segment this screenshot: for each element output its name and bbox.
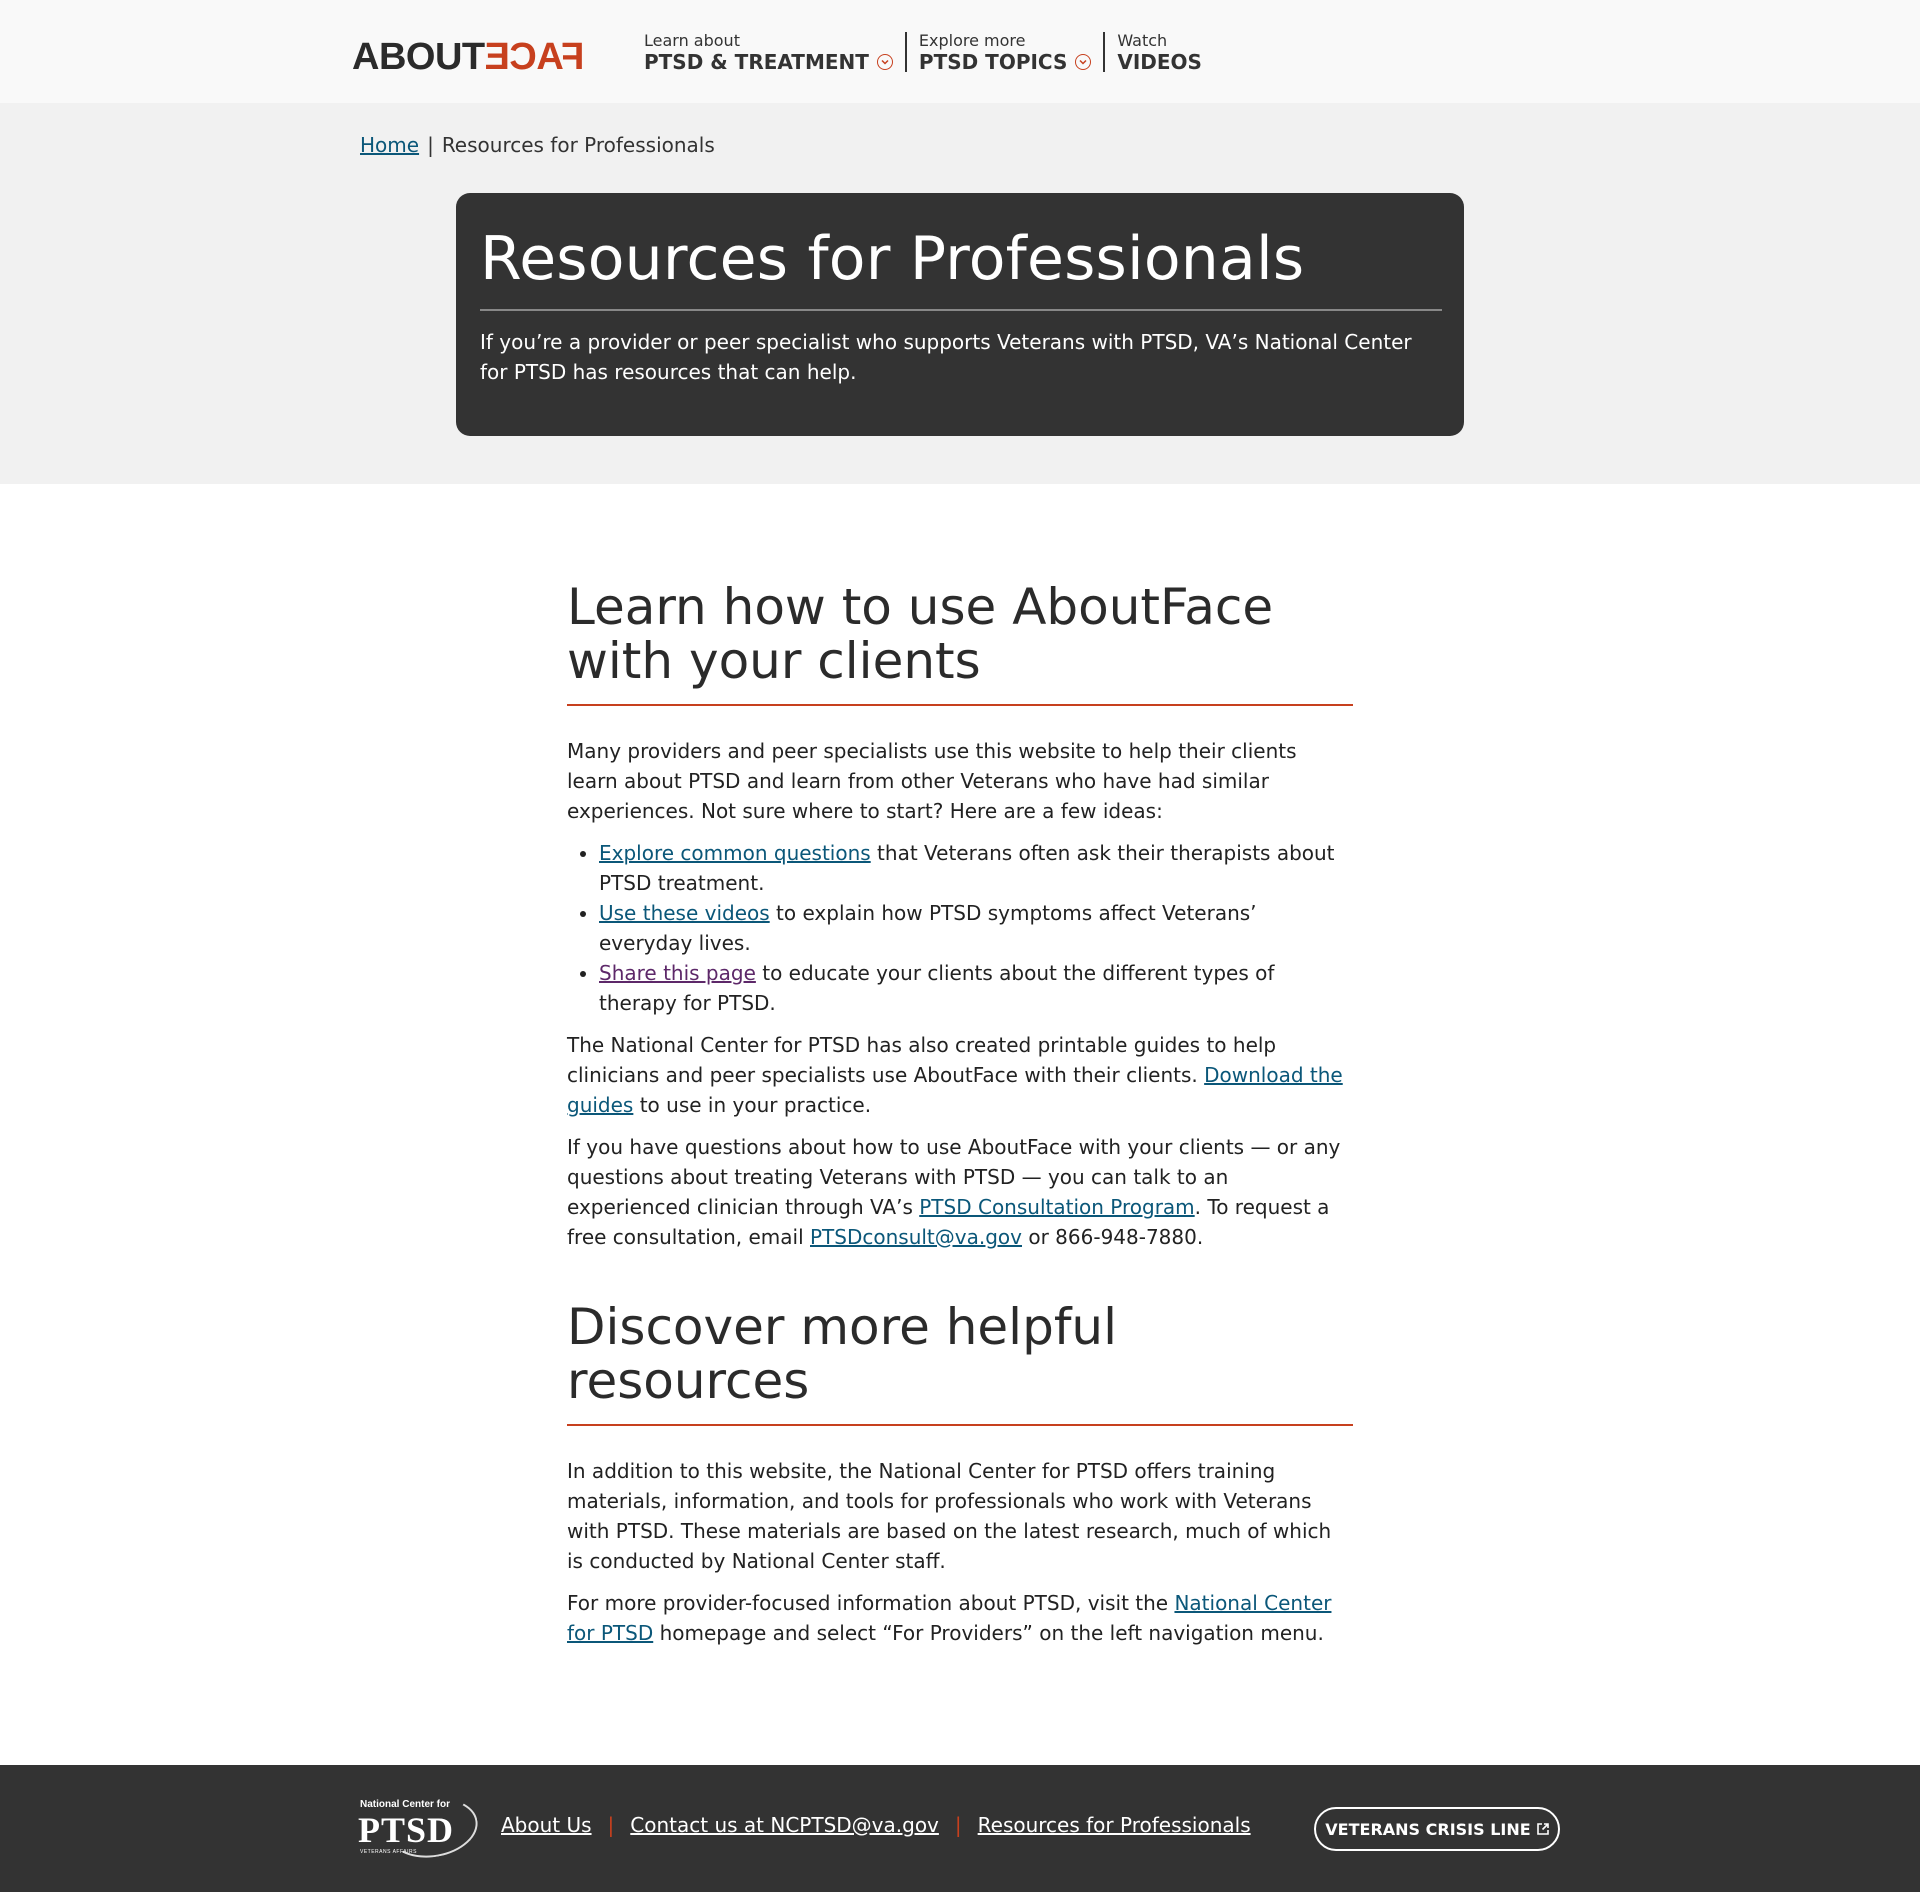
breadcrumb-separator: | (427, 133, 434, 157)
heading-underline (567, 1424, 1353, 1426)
logo-tagline: VETERANS AFFAIRS (360, 1849, 417, 1855)
crisis-button-label: VETERANS CRISIS LINE (1325, 1819, 1531, 1839)
providers-paragraph: For more provider-focused information ab… (567, 1588, 1353, 1648)
logo-face-text: FACE (484, 36, 584, 78)
paragraph-text: homepage and select “For Providers” on t… (653, 1621, 1324, 1645)
nav-big-label: VIDEOS (1117, 50, 1202, 74)
section-heading-learn: Learn how to use AboutFace with your cli… (567, 578, 1274, 690)
site-footer: National Center for PTSD VETERANS AFFAIR… (0, 1765, 1920, 1892)
nav-small-label: Explore more (918, 31, 1026, 50)
nav-ptsd-topics[interactable]: Explore more PTSD TOPICS (907, 32, 1103, 74)
intro-paragraph: Many providers and peer specialists use … (567, 739, 1297, 823)
nav-videos[interactable]: Watch VIDEOS (1105, 31, 1214, 75)
footer-links: About Us | Contact us at NCPTSD@va.gov |… (501, 1813, 1251, 1837)
external-link-icon (1536, 1823, 1549, 1835)
paragraph-text: to use in your practice. (633, 1093, 872, 1117)
nav-big-text: PTSD & TREATMENT (644, 50, 869, 74)
paragraph-text: For more provider-focused information ab… (567, 1591, 1175, 1615)
guides-paragraph: The National Center for PTSD has also cr… (567, 1030, 1353, 1120)
explore-questions-link[interactable]: Explore common questions (599, 841, 871, 865)
consultation-program-link[interactable]: PTSD Consultation Program (919, 1195, 1194, 1219)
hero-divider (480, 309, 1442, 311)
hero-card: Resources for Professionals If you’re a … (456, 193, 1464, 436)
share-page-link[interactable]: Share this page (599, 961, 756, 985)
nav-big-text: PTSD TOPICS (918, 50, 1068, 74)
breadcrumb: Home | Resources for Professionals (360, 133, 715, 157)
list-item: Share this page to educate your clients … (599, 958, 1353, 1018)
consultation-paragraph: If you have questions about how to use A… (567, 1132, 1353, 1252)
nav-big-label: PTSD & TREATMENT (644, 50, 893, 74)
nav-small-label: Watch (1117, 31, 1168, 50)
site-header: ABOUT FACE Learn about PTSD & TREATMENT E… (0, 0, 1920, 103)
paragraph-text: The National Center for PTSD has also cr… (567, 1033, 1277, 1087)
section-heading-discover: Discover more helpful resources (567, 1298, 1117, 1410)
footer-separator: | (954, 1813, 962, 1837)
about-us-link[interactable]: About Us (501, 1813, 592, 1837)
aboutface-logo[interactable]: ABOUT FACE (352, 36, 584, 79)
logo-word: PTSD (358, 1810, 455, 1850)
resources-professionals-link[interactable]: Resources for Professionals (978, 1813, 1251, 1837)
nav-ptsd-treatment[interactable]: Learn about PTSD & TREATMENT (644, 32, 905, 74)
hero-description: If you’re a provider or peer specialist … (480, 330, 1412, 384)
paragraph-text: or 866-948-7880. (1022, 1225, 1204, 1249)
heading-underline (567, 704, 1353, 706)
ideas-list: Explore common questions that Veterans o… (599, 838, 1353, 1018)
logo-about-text: ABOUT (352, 36, 485, 78)
footer-separator: | (607, 1813, 615, 1837)
main-nav: Learn about PTSD & TREATMENT Explore mor… (644, 31, 1214, 75)
list-item: Use these videos to explain how PTSD sym… (599, 898, 1353, 958)
page-title: Resources for Professionals (480, 224, 1305, 294)
chevron-down-icon (876, 54, 893, 70)
use-videos-link[interactable]: Use these videos (599, 901, 770, 925)
nav-small-label: Learn about (644, 31, 740, 50)
ncptsd-logo[interactable]: National Center for PTSD VETERANS AFFAIR… (358, 1791, 483, 1865)
veterans-crisis-line-button[interactable]: VETERANS CRISIS LINE (1314, 1807, 1560, 1851)
section-discover: Discover more helpful resources In addit… (567, 1300, 1353, 1648)
content-column: Learn how to use AboutFace with your cli… (567, 580, 1353, 1660)
chevron-down-icon (1075, 54, 1092, 70)
list-item: Explore common questions that Veterans o… (599, 838, 1353, 898)
hero-band: Home | Resources for Professionals Resourc… (0, 103, 1920, 484)
main-content: Learn how to use AboutFace with your cli… (0, 484, 1920, 1765)
contact-link[interactable]: Contact us at NCPTSD@va.gov (630, 1813, 939, 1837)
resources-paragraph: In addition to this website, the Nationa… (567, 1459, 1332, 1573)
breadcrumb-current: Resources for Professionals (441, 133, 715, 157)
nav-big-label: PTSD TOPICS (918, 50, 1092, 74)
breadcrumb-home-link[interactable]: Home (360, 133, 419, 157)
consult-email-link[interactable]: PTSDconsult@va.gov (810, 1225, 1022, 1249)
